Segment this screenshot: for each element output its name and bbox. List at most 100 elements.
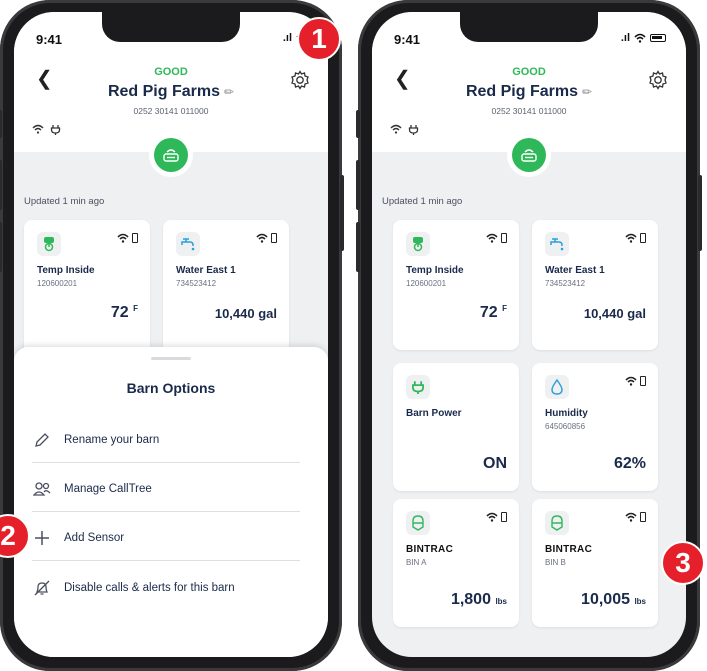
farm-title-row[interactable]: Red Pig Farms ✏ [372, 83, 686, 101]
wifi-icon [117, 233, 129, 243]
farm-id: 0252 30141 011000 [133, 106, 209, 116]
card-status [486, 512, 507, 522]
sensor-card-temp[interactable]: Temp Inside 120600201 72 F [393, 220, 519, 350]
connection-icons [390, 124, 419, 135]
phone-right: 9:41 .ıl ❮ GOOD Red Pig Farms ✏ 0252 3014… [356, 0, 702, 671]
unit-label: lbs [634, 597, 646, 606]
volume-up-button [356, 160, 360, 210]
farm-name: Red Pig Farms [107, 83, 220, 100]
sensor-value: 72 F [110, 304, 138, 321]
gateway-status[interactable] [507, 133, 551, 177]
mute-switch [356, 110, 360, 138]
volume-up-button [0, 160, 2, 210]
sensor-value: 62% [613, 455, 646, 472]
sensor-card-power[interactable]: Barn Power ON [393, 363, 519, 491]
status-icons: .ıl [621, 32, 666, 44]
wifi-icon [625, 376, 637, 386]
card-status [625, 233, 646, 243]
silo-icon [406, 511, 430, 535]
health-status: GOOD [154, 66, 188, 78]
battery-icon [640, 512, 646, 522]
notch [102, 12, 240, 42]
sensor-card-bin-b[interactable]: BINTRAC BIN B 10,005 lbs [532, 499, 658, 627]
health-status: GOOD [512, 66, 546, 78]
card-status [625, 512, 646, 522]
sensor-id: 120600201 [37, 279, 78, 288]
card-status [117, 233, 138, 243]
plug-icon [408, 125, 419, 135]
sensor-value: 72 F [479, 304, 507, 321]
unit-label: F [133, 304, 138, 313]
sheet-grabber[interactable] [151, 357, 191, 360]
thermometer-icon [406, 232, 430, 256]
battery-icon [132, 233, 138, 243]
battery-icon [501, 512, 507, 522]
farm-title-row[interactable]: Red Pig Farms ✏ [14, 83, 328, 101]
droplet-icon [545, 375, 569, 399]
power-button [340, 175, 344, 251]
card-status [256, 233, 277, 243]
mute-switch [0, 110, 2, 138]
sheet-title: Barn Options [126, 380, 216, 396]
sensor-value: 10,440 gal [583, 306, 646, 321]
plug-icon [50, 125, 61, 135]
farm-name: Red Pig Farms [465, 83, 578, 100]
gateway-status[interactable] [149, 133, 193, 177]
sensor-card-bin-a[interactable]: BINTRAC BIN A 1,800 lbs [393, 499, 519, 627]
bin-id: BIN A [406, 558, 427, 567]
sensor-name: Humidity [545, 408, 588, 419]
option-label: Disable calls & alerts for this barn [64, 581, 235, 594]
wifi-icon [256, 233, 268, 243]
power-button [698, 175, 702, 251]
battery-icon [271, 233, 277, 243]
edit-pencil-icon[interactable]: ✏ [224, 85, 234, 99]
card-status [625, 376, 646, 386]
option-add-sensor[interactable]: Add Sensor [32, 516, 300, 561]
unit-label: lbs [495, 597, 507, 606]
barn-header: 9:41 .ıl ❮ GOOD Red Pig Farms ✏ 0252 3014… [14, 12, 328, 152]
sensor-name: Temp Inside [406, 265, 464, 276]
router-icon [154, 138, 188, 172]
card-status [486, 233, 507, 243]
sensor-name: Water East 1 [545, 265, 605, 276]
battery-icon [501, 233, 507, 243]
updated-label: Updated 1 min ago [382, 196, 463, 207]
option-label: Add Sensor [64, 532, 125, 544]
sensor-card-water[interactable]: Water East 1 734523412 10,440 gal [532, 220, 658, 350]
wifi-icon [486, 233, 498, 243]
router-icon [512, 138, 546, 172]
wifi-icon [625, 233, 637, 243]
sensor-card-humidity[interactable]: Humidity 645060856 62% [532, 363, 658, 491]
edit-pencil-icon[interactable]: ✏ [582, 85, 592, 99]
bintrac-logo: BINTRAC [406, 544, 454, 555]
battery-icon [640, 376, 646, 386]
wifi-icon [634, 33, 646, 43]
status-time: 9:41 [36, 32, 63, 47]
volume-down-button [356, 222, 360, 272]
callout-badge-3: 3 [661, 541, 705, 585]
sensor-id: 645060856 [545, 422, 586, 431]
option-label: Manage CallTree [64, 483, 152, 495]
faucet-icon [545, 232, 569, 256]
sensor-id: 734523412 [545, 279, 586, 288]
wifi-icon [32, 124, 44, 134]
callout-badge-1: 1 [297, 17, 341, 61]
sensor-value: ON [483, 455, 507, 472]
option-manage-calltree[interactable]: Manage CallTree [32, 467, 300, 512]
silo-icon [545, 511, 569, 535]
option-disable-alerts[interactable]: Disable calls & alerts for this barn [32, 565, 300, 610]
battery-icon [650, 34, 666, 42]
connection-icons [32, 124, 61, 135]
phone-left: 9:41 .ıl ❮ GOOD Red Pig Farms ✏ 0252 3014… [0, 0, 344, 671]
bintrac-logo: BINTRAC [545, 544, 593, 555]
sensor-name: Temp Inside [37, 265, 95, 276]
option-rename-barn[interactable]: Rename your barn [32, 418, 300, 463]
signal-icon: .ıl [282, 32, 292, 44]
bell-off-icon [32, 579, 52, 597]
sensor-value: 1,800 lbs [450, 591, 507, 608]
sensor-id: 120600201 [406, 279, 447, 288]
sensor-value: 10,005 lbs [581, 591, 646, 608]
status-time: 9:41 [394, 32, 421, 47]
battery-icon [640, 233, 646, 243]
wifi-icon [390, 124, 402, 134]
